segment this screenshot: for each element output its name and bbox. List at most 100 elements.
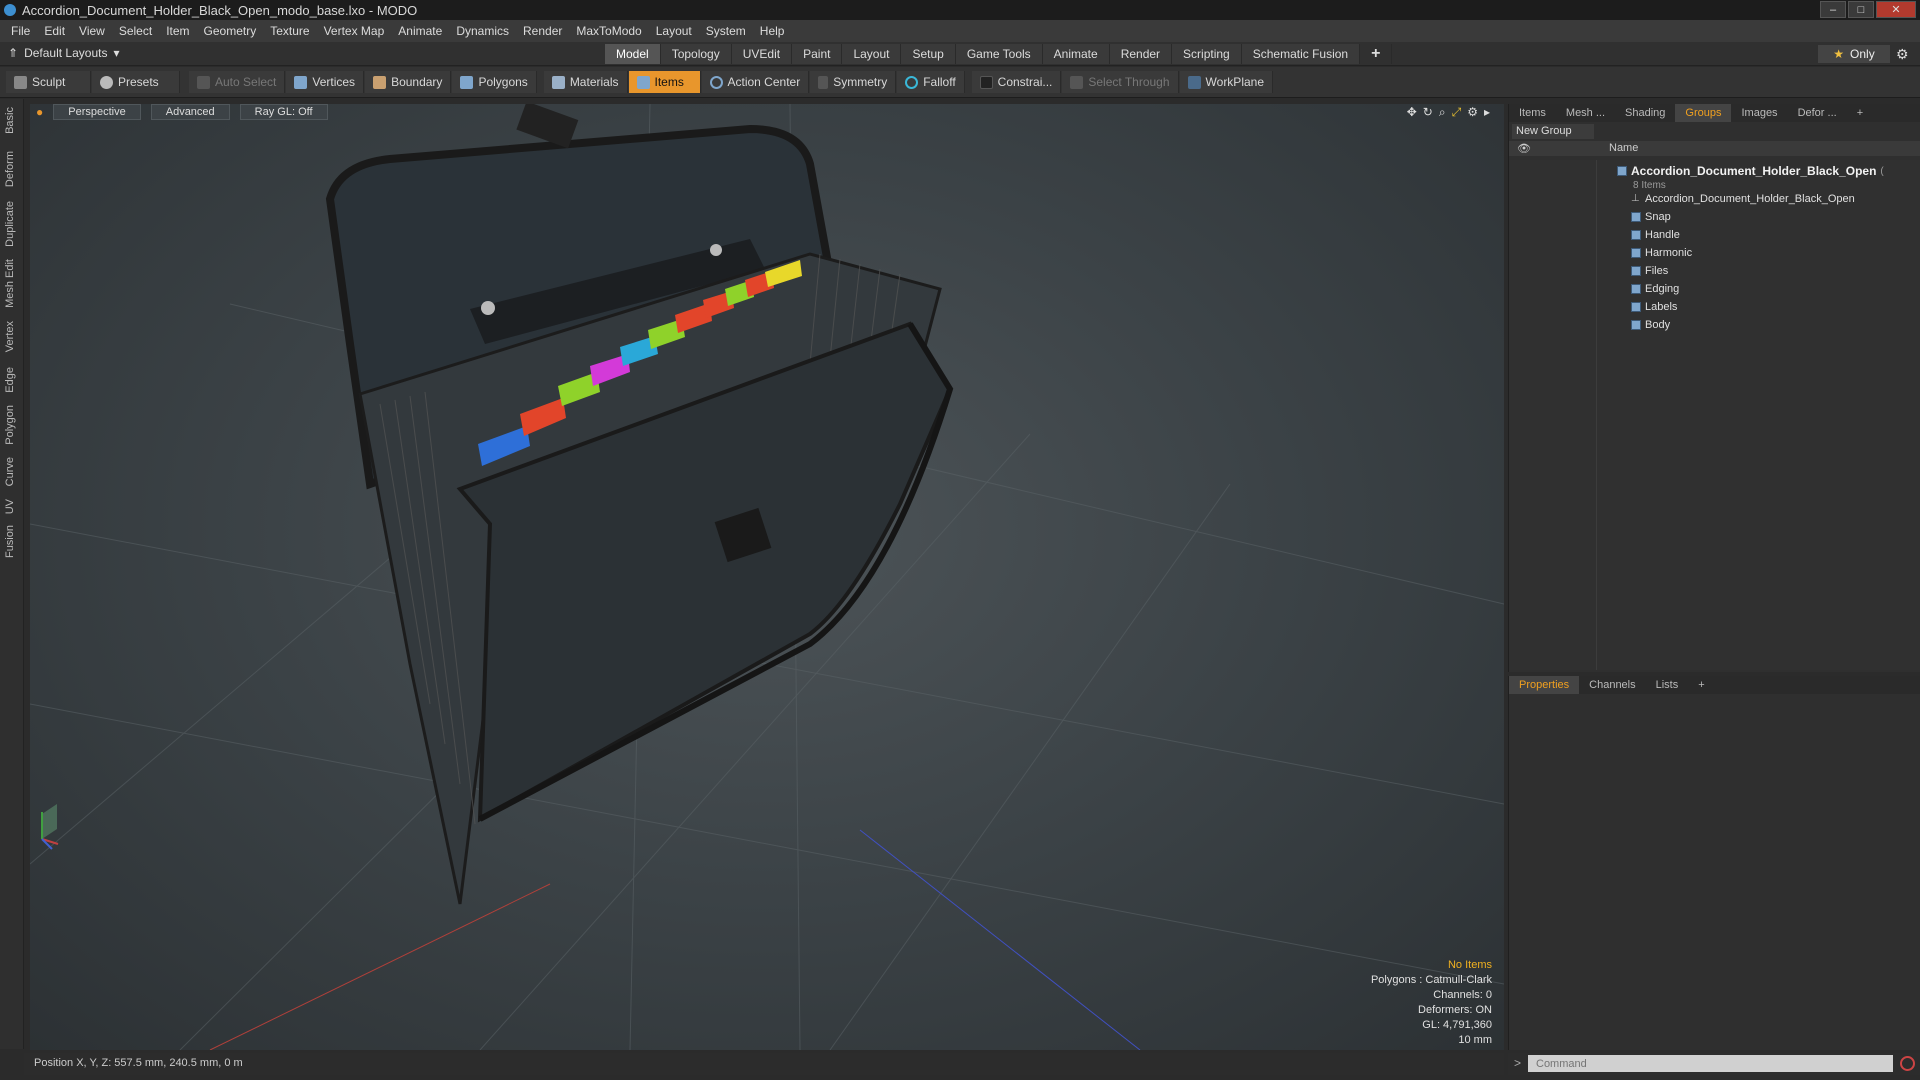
vtab-basic[interactable]: Basic — [4, 107, 20, 134]
action-center-button[interactable]: Action Center — [701, 71, 810, 93]
presets-button[interactable]: Presets — [92, 71, 180, 93]
vtab-deform[interactable]: Deform — [4, 151, 20, 187]
only-button[interactable]: ★ Only — [1818, 45, 1890, 63]
vtab-uv[interactable]: UV — [4, 499, 20, 514]
menu-vertex-map[interactable]: Vertex Map — [317, 24, 392, 38]
tab-channels[interactable]: Channels — [1579, 676, 1645, 694]
tab-schematic-fusion[interactable]: Schematic Fusion — [1241, 44, 1361, 64]
vtab-polygon[interactable]: Polygon — [4, 405, 20, 445]
constraints-button[interactable]: Constrai... — [971, 71, 1062, 93]
vtab-fusion[interactable]: Fusion — [4, 525, 20, 558]
vtab-mesh-edit[interactable]: Mesh Edit — [4, 259, 20, 308]
symmetry-button[interactable]: Symmetry — [810, 71, 897, 93]
list-item-label: Edging — [1645, 283, 1680, 295]
zoom-icon[interactable]: ⌕ — [1439, 105, 1446, 120]
materials-button[interactable]: Materials — [543, 71, 628, 93]
menu-item[interactable]: Item — [159, 24, 196, 38]
view-type-button[interactable]: Perspective — [53, 104, 141, 120]
name-column-header[interactable]: Name — [1609, 142, 1638, 154]
vertices-button[interactable]: Vertices — [286, 71, 365, 93]
vtab-curve[interactable]: Curve — [4, 457, 20, 486]
tab-game-tools[interactable]: Game Tools — [955, 44, 1043, 64]
layouts-dropdown[interactable]: ⇑ Default Layouts ▾ — [8, 46, 119, 60]
maximize-button[interactable]: □ — [1848, 1, 1874, 18]
tab-lists[interactable]: Lists — [1646, 676, 1689, 694]
menu-file[interactable]: File — [4, 24, 37, 38]
command-history-icon[interactable] — [1900, 1056, 1915, 1071]
vtab-edge[interactable]: Edge — [4, 367, 20, 393]
select-through-button[interactable]: Select Through — [1062, 71, 1179, 93]
3d-viewport[interactable]: ● Perspective Advanced Ray GL: Off ✥ ↻ ⌕… — [30, 104, 1504, 1050]
rotate-icon[interactable]: ↻ — [1423, 105, 1433, 120]
raygl-button[interactable]: Ray GL: Off — [239, 104, 328, 120]
vtab-vertex[interactable]: Vertex — [4, 321, 20, 352]
menu-system[interactable]: System — [699, 24, 753, 38]
menu-edit[interactable]: Edit — [37, 24, 72, 38]
tab-mesh[interactable]: Mesh ... — [1556, 104, 1615, 122]
menu-help[interactable]: Help — [753, 24, 792, 38]
menu-render[interactable]: Render — [516, 24, 569, 38]
expand-arrow-icon[interactable]: ▸ — [1484, 105, 1490, 120]
menu-dynamics[interactable]: Dynamics — [449, 24, 516, 38]
tab-properties[interactable]: Properties — [1509, 676, 1580, 694]
list-item[interactable]: Files — [1631, 262, 1668, 280]
falloff-button[interactable]: Falloff — [897, 71, 965, 93]
vtab-duplicate[interactable]: Duplicate — [4, 201, 20, 247]
boundary-button[interactable]: Boundary — [365, 71, 452, 93]
list-item[interactable]: Body — [1631, 316, 1670, 334]
add-tab-plus-icon[interactable]: + — [1360, 44, 1393, 64]
tab-uvedit[interactable]: UVEdit — [731, 44, 793, 64]
list-item[interactable]: Snap — [1631, 208, 1671, 226]
boundary-label: Boundary — [391, 75, 443, 89]
auto-select-button[interactable]: Auto Select — [189, 71, 286, 93]
polygons-button[interactable]: Polygons — [452, 71, 537, 93]
tab-paint[interactable]: Paint — [792, 44, 843, 64]
list-item[interactable]: Handle — [1631, 226, 1680, 244]
visibility-column-eye-icon[interactable]: 👁 — [1517, 142, 1531, 155]
list-item[interactable]: ⊥ Accordion_Document_Holder_Black_Open — [1631, 190, 1855, 208]
viewport-menu-dot-icon[interactable]: ● — [36, 105, 43, 119]
menu-texture[interactable]: Texture — [263, 24, 316, 38]
list-item[interactable]: Labels — [1631, 298, 1677, 316]
tab-images[interactable]: Images — [1731, 104, 1787, 122]
workplane-button[interactable]: WorkPlane — [1179, 71, 1274, 93]
pan-icon[interactable]: ✥ — [1407, 105, 1417, 120]
shading-mode-button[interactable]: Advanced — [150, 104, 230, 120]
gear-icon[interactable]: ⚙ — [1896, 46, 1909, 63]
layouts-dropdown-label: Default Layouts — [24, 46, 108, 60]
tab-model[interactable]: Model — [605, 44, 661, 64]
modo-app-icon — [4, 4, 16, 16]
mesh-icon — [1631, 320, 1641, 330]
menu-animate[interactable]: Animate — [391, 24, 449, 38]
menu-select[interactable]: Select — [112, 24, 159, 38]
viewport-header: ● Perspective Advanced Ray GL: Off — [30, 104, 1504, 120]
add-properties-tab-icon[interactable]: + — [1688, 676, 1714, 694]
new-group-button[interactable]: New Group — [1512, 124, 1594, 139]
tab-setup[interactable]: Setup — [901, 44, 956, 64]
tab-items[interactable]: Items — [1509, 104, 1556, 122]
menu-geometry[interactable]: Geometry — [197, 24, 264, 38]
list-item[interactable]: Harmonic — [1631, 244, 1692, 262]
tab-animate[interactable]: Animate — [1042, 44, 1110, 64]
close-button[interactable]: ✕ — [1876, 1, 1916, 18]
list-item[interactable]: Edging — [1631, 280, 1679, 298]
minimize-button[interactable]: – — [1820, 1, 1846, 18]
tab-topology[interactable]: Topology — [660, 44, 732, 64]
vertices-icon — [294, 75, 308, 89]
viewport-settings-icon[interactable]: ⚙ — [1467, 105, 1478, 120]
menu-view[interactable]: View — [72, 24, 112, 38]
tab-render[interactable]: Render — [1109, 44, 1173, 64]
menu-maxtomodo[interactable]: MaxToModo — [569, 24, 648, 38]
fit-icon[interactable]: ⤢ — [1452, 105, 1462, 120]
add-panel-tab-icon[interactable]: + — [1847, 104, 1873, 122]
viewport-nav-icons: ✥ ↻ ⌕ ⤢ ⚙ ▸ — [1407, 105, 1490, 120]
tab-groups[interactable]: Groups — [1675, 104, 1732, 122]
tab-shading[interactable]: Shading — [1615, 104, 1675, 122]
menu-layout[interactable]: Layout — [649, 24, 699, 38]
sculpt-button[interactable]: Sculpt — [6, 71, 91, 93]
command-input[interactable] — [1528, 1055, 1893, 1072]
tab-deformers[interactable]: Defor ... — [1788, 104, 1847, 122]
tab-scripting[interactable]: Scripting — [1172, 44, 1242, 64]
items-button[interactable]: Items — [628, 71, 701, 93]
tab-layout[interactable]: Layout — [842, 44, 902, 64]
